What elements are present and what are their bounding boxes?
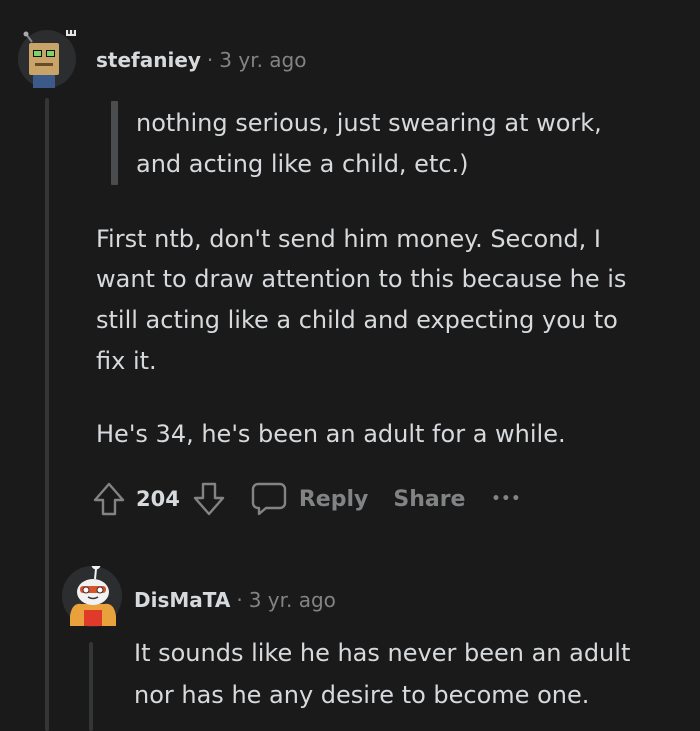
snoo-superhero-avatar-icon xyxy=(65,566,121,627)
comment-meta: DisMaTA · 3 yr. ago xyxy=(134,588,336,612)
comment-body-line: It sounds like he has never been an adul… xyxy=(134,639,631,667)
vote-count: 204 xyxy=(136,487,180,511)
thread-line-comment-1[interactable] xyxy=(45,98,49,731)
comment-meta: stefaniey · 3 yr. ago xyxy=(96,48,307,72)
username[interactable]: DisMaTA xyxy=(134,588,230,612)
reply-button[interactable]: Reply xyxy=(250,480,369,518)
comment-body-line: nor has he any desire to become one. xyxy=(134,681,590,709)
blockquote-line: and acting like a child, etc.) xyxy=(136,150,469,178)
comment-body-line: He's 34, he's been an adult for a while. xyxy=(96,420,566,448)
blockquote-bar xyxy=(111,101,118,185)
comment-body-line: fix it. xyxy=(96,347,157,375)
more-options-button[interactable]: ••• xyxy=(491,491,521,507)
speech-bubble-icon xyxy=(251,482,287,516)
comment-body-line: First ntb, don't send him money. Second,… xyxy=(96,225,601,253)
share-label: Share xyxy=(393,486,466,512)
blockquote-line: nothing serious, just swearing at work, xyxy=(136,109,602,137)
timestamp[interactable]: 3 yr. ago xyxy=(249,588,336,612)
timestamp[interactable]: 3 yr. ago xyxy=(219,48,306,72)
downvote-arrow-icon xyxy=(193,482,225,516)
thread-line-comment-2[interactable] xyxy=(89,642,93,731)
robot-avatar-icon xyxy=(23,30,76,88)
downvote-button[interactable] xyxy=(192,481,226,517)
user-avatar[interactable] xyxy=(62,566,122,627)
share-button[interactable]: Share xyxy=(393,487,465,512)
more-dots-icon: ••• xyxy=(491,491,522,507)
meta-separator: · xyxy=(206,48,214,72)
user-avatar[interactable] xyxy=(18,30,76,88)
comment-body-line: still acting like a child and expecting … xyxy=(96,306,618,334)
comment-action-bar: 204 Reply Share ••• xyxy=(92,477,521,521)
meta-separator: · xyxy=(236,588,243,612)
reply-label: Reply xyxy=(298,486,369,512)
upvote-button[interactable] xyxy=(92,481,126,517)
comment-body-line: want to draw attention to this because h… xyxy=(96,265,627,293)
username[interactable]: stefaniey xyxy=(96,48,201,72)
upvote-arrow-icon xyxy=(93,482,125,516)
